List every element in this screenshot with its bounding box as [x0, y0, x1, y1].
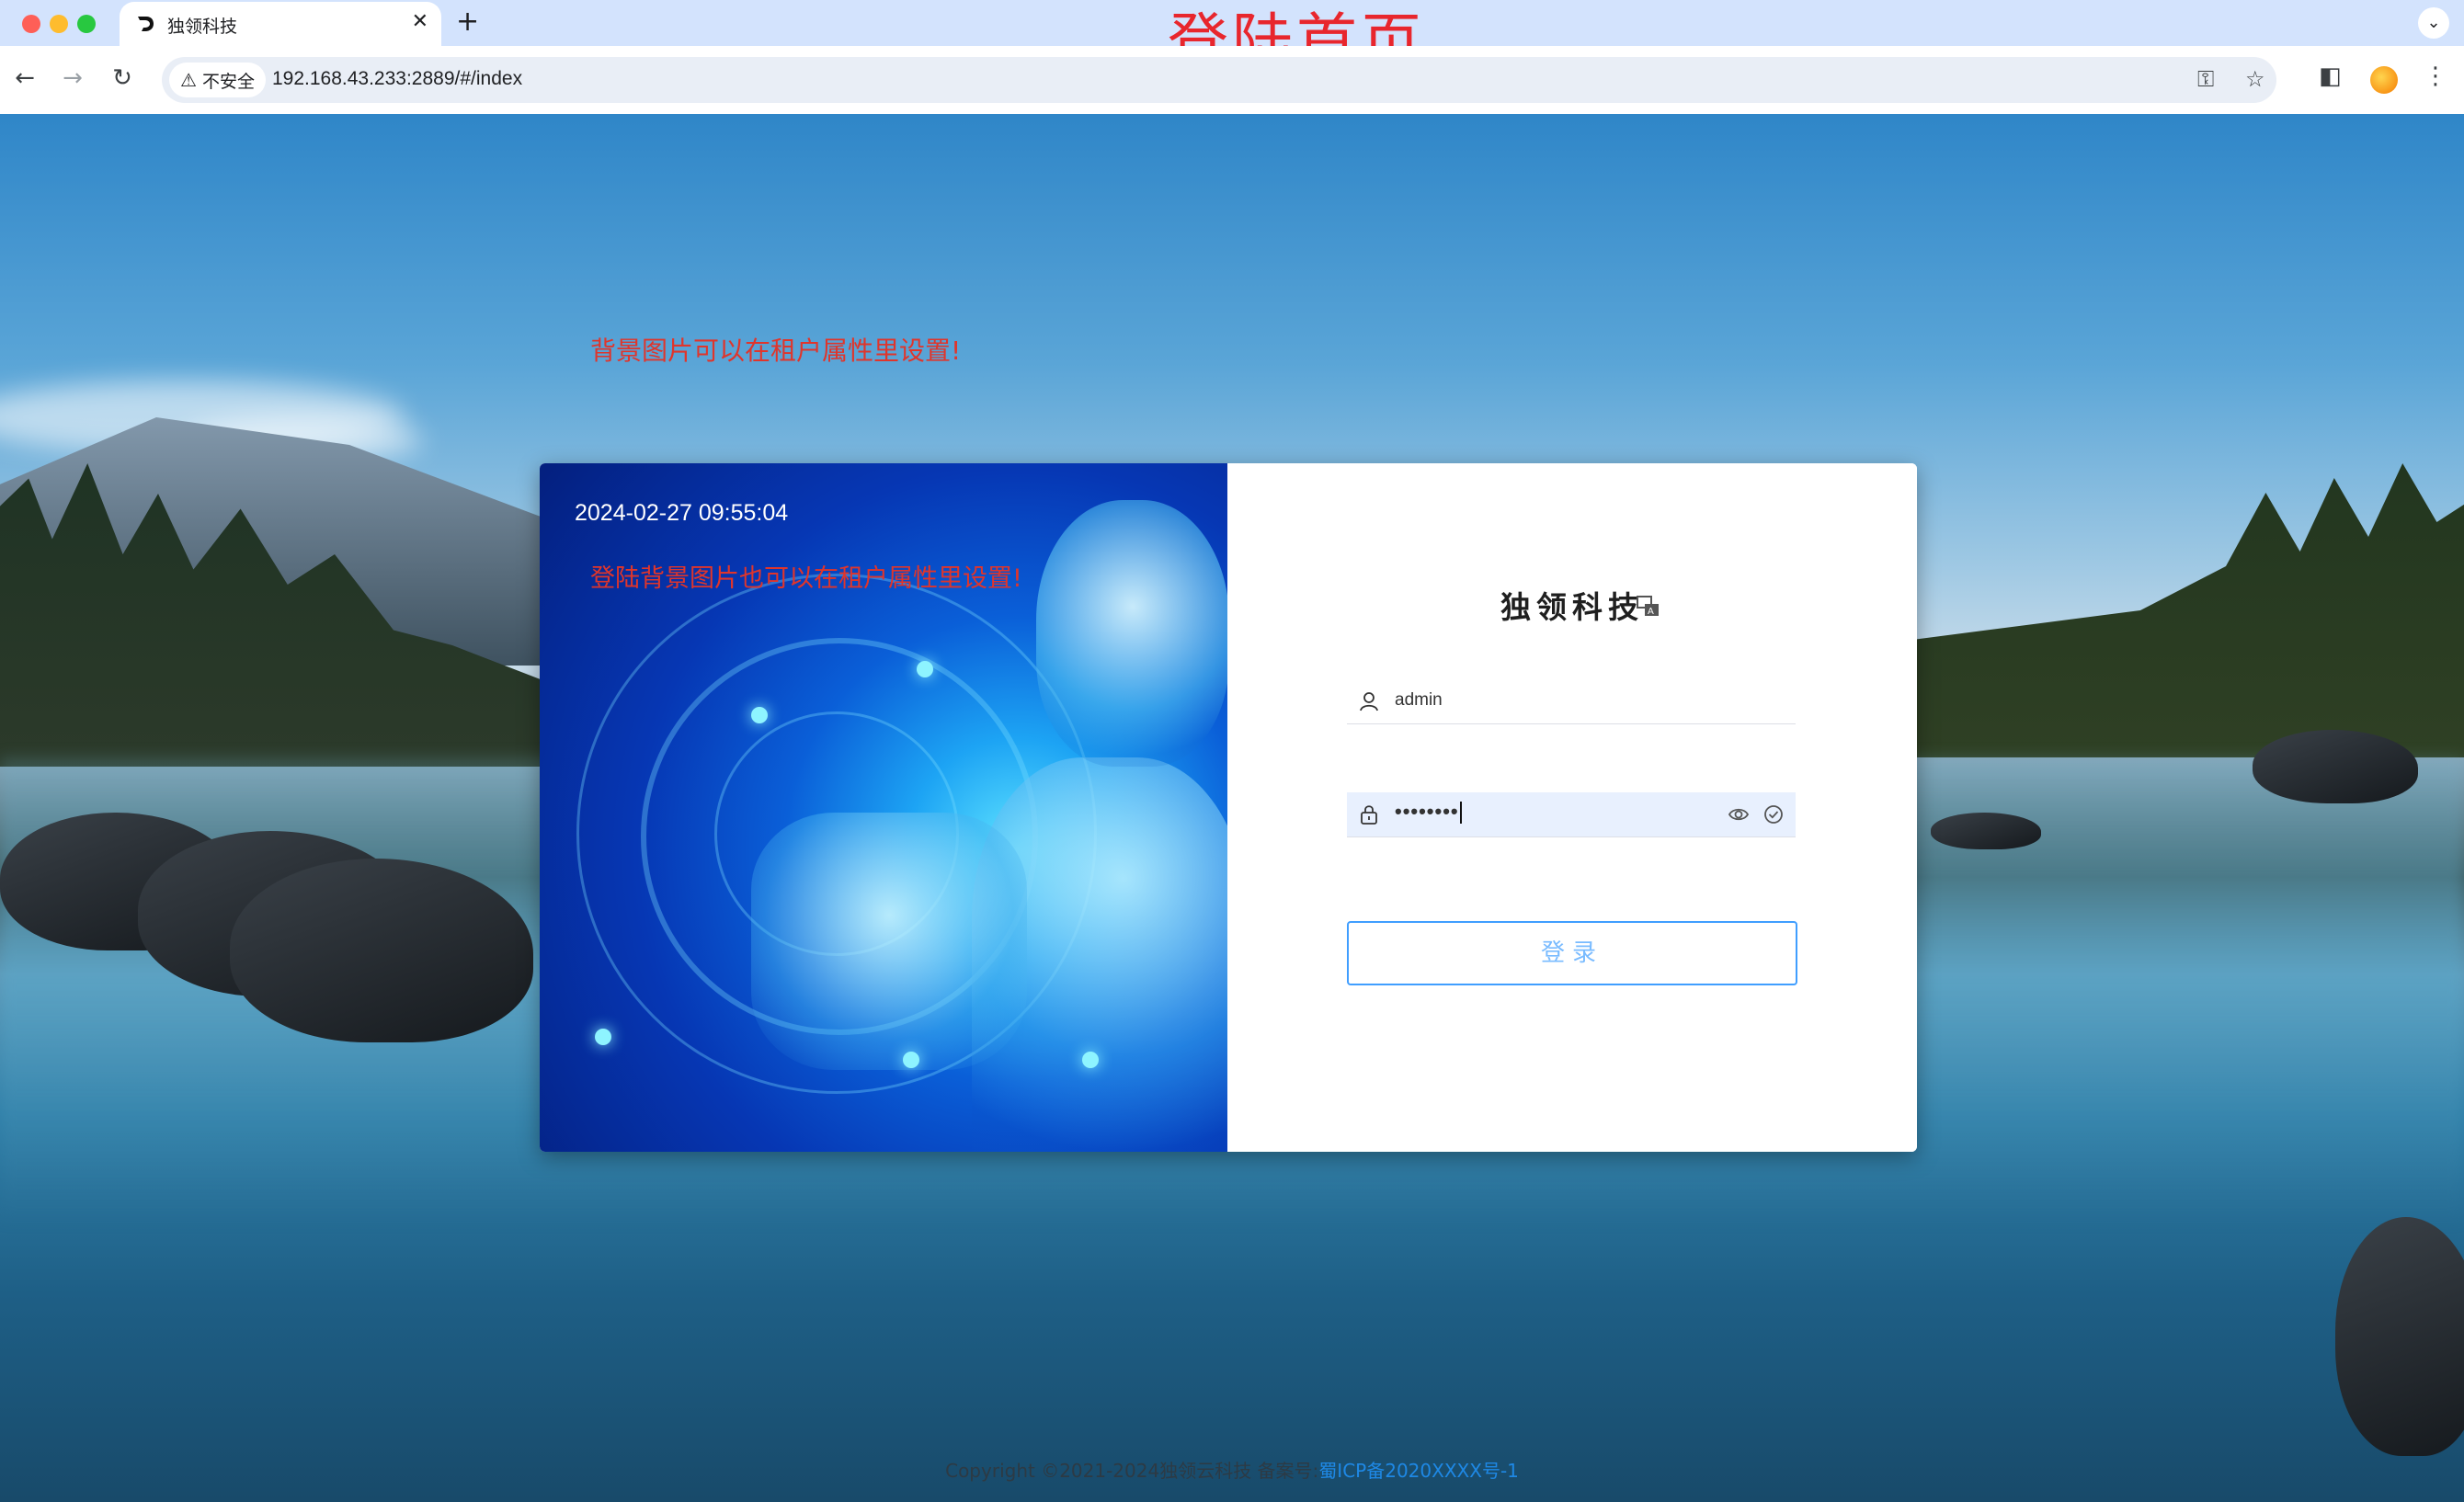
check-circle-icon [1764, 805, 1783, 824]
extension-avatar-icon[interactable] [2370, 66, 2398, 94]
glow-dot [1082, 1052, 1099, 1068]
password-key-icon[interactable]: ⚿ [2197, 66, 2214, 92]
lock-icon [1361, 805, 1377, 825]
forward-arrow-icon[interactable]: → [57, 64, 88, 92]
password-value: •••••••• [1395, 800, 1462, 825]
rock [230, 859, 533, 1042]
rock [1931, 813, 2041, 849]
more-menu-icon[interactable]: ⋮ [2424, 63, 2447, 90]
robot-hand [751, 813, 1027, 1070]
back-arrow-icon[interactable]: ← [9, 64, 40, 92]
browser-tab-strip: 独领科技 ✕ + 登陆首页 ⌄ [0, 0, 2464, 77]
reload-icon[interactable]: ↻ [107, 64, 138, 92]
new-tab-button[interactable]: + [456, 6, 479, 38]
tab-search-button[interactable]: ⌄ [2418, 7, 2449, 39]
browser-tab-active[interactable]: 独领科技 ✕ [120, 2, 441, 46]
svg-text:A: A [1648, 607, 1654, 617]
tab-close-icon[interactable]: ✕ [412, 10, 428, 33]
window-close-button[interactable] [22, 15, 40, 33]
bookmark-star-icon[interactable]: ☆ [2245, 66, 2265, 92]
warning-triangle-icon: ⚠ [180, 69, 197, 91]
window-minimize-button[interactable] [50, 15, 68, 33]
glow-dot [917, 661, 933, 677]
copyright-text: Copyright ©2021-2024独领云科技 备案号: [945, 1460, 1319, 1482]
url-text[interactable]: 192.168.43.233:2889/#/index [272, 68, 522, 90]
translate-icon[interactable]: A [1636, 594, 1661, 620]
username-value: admin [1395, 690, 1443, 710]
icp-link[interactable]: 蜀ICP备2020XXXX号-1 [1318, 1460, 1519, 1482]
username-field[interactable]: admin [1347, 679, 1796, 724]
forest-right [1912, 463, 2464, 757]
user-icon [1360, 692, 1378, 711]
password-field[interactable]: •••••••• [1347, 792, 1796, 837]
side-panel-icon[interactable]: ◧ [2319, 63, 2342, 90]
tab-title: 独领科技 [167, 17, 238, 37]
login-form-panel: 独领科技 A admin •••••••• 登录 [1227, 463, 1917, 1152]
glow-dot [595, 1029, 611, 1045]
robot-head [1036, 500, 1227, 767]
text-caret [1459, 802, 1462, 825]
site-logo-icon [138, 17, 154, 31]
browser-toolbar: ← → ↻ ⚠ 不安全 192.168.43.233:2889/#/index … [0, 46, 2464, 115]
password-mask: •••••••• [1395, 800, 1459, 823]
glow-dot [903, 1052, 919, 1068]
brand-title: 独领科技 [1500, 589, 1644, 625]
card-background-note: 登陆背景图片也可以在租户属性里设置! [590, 564, 1022, 593]
current-datetime: 2024-02-27 09:55:04 [575, 500, 789, 526]
rock [2335, 1217, 2464, 1456]
security-label: 不安全 [201, 71, 255, 92]
login-button[interactable]: 登录 [1347, 921, 1797, 985]
rock [2253, 730, 2418, 803]
glow-dot [751, 707, 768, 723]
background-setting-note: 背景图片可以在租户属性里设置! [590, 336, 962, 366]
login-card-illustration: 2024-02-27 09:55:04 登陆背景图片也可以在租户属性里设置! [540, 463, 1227, 1152]
eye-icon[interactable] [1728, 803, 1750, 825]
address-bar[interactable]: ⚠ 不安全 192.168.43.233:2889/#/index ⚿ ☆ [162, 57, 2276, 103]
window-maximize-button[interactable] [77, 15, 96, 33]
page-footer: Copyright ©2021-2024独领云科技 备案号:蜀ICP备2020X… [0, 1456, 2464, 1483]
login-card: 2024-02-27 09:55:04 登陆背景图片也可以在租户属性里设置! 独… [540, 463, 1917, 1152]
security-chip[interactable]: ⚠ 不安全 [169, 63, 266, 97]
